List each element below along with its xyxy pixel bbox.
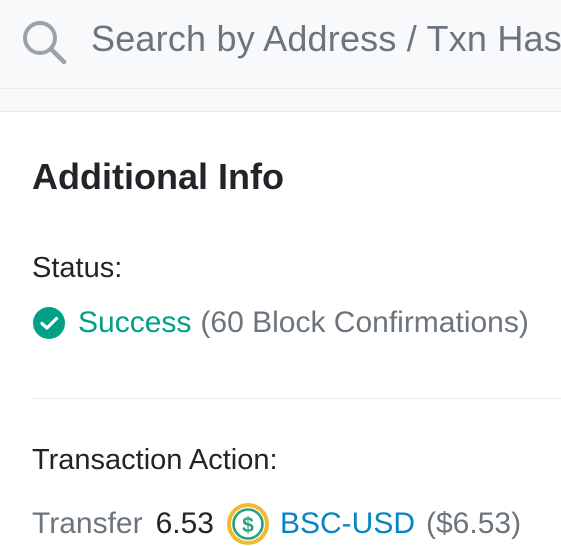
status-value: Success bbox=[78, 306, 192, 339]
page: Additional Info Status: Success (60 Bloc… bbox=[0, 0, 561, 546]
token-link[interactable]: BSC-USD bbox=[280, 507, 415, 541]
status-row: Success (60 Block Confirmations) bbox=[32, 306, 529, 340]
search-icon bbox=[23, 21, 67, 65]
transaction-action-label: Transaction Action: bbox=[32, 444, 278, 476]
check-circle-icon bbox=[33, 307, 65, 339]
section-gap bbox=[0, 89, 561, 112]
divider bbox=[32, 398, 561, 399]
transaction-action-row: Transfer 6.53 $ BSC-USD ($6.53) bbox=[32, 502, 521, 546]
card-title: Additional Info bbox=[32, 156, 284, 197]
action-amount: 6.53 bbox=[155, 507, 214, 540]
token-usd-value: ($6.53) bbox=[426, 507, 522, 540]
search-bar bbox=[0, 0, 561, 89]
status-label: Status: bbox=[32, 252, 123, 284]
block-confirmations: (60 Block Confirmations) bbox=[200, 306, 529, 339]
action-verb: Transfer bbox=[32, 507, 143, 540]
svg-text:$: $ bbox=[242, 514, 254, 537]
dollar-coin-icon: $ bbox=[226, 503, 269, 545]
search-input[interactable] bbox=[91, 14, 561, 64]
